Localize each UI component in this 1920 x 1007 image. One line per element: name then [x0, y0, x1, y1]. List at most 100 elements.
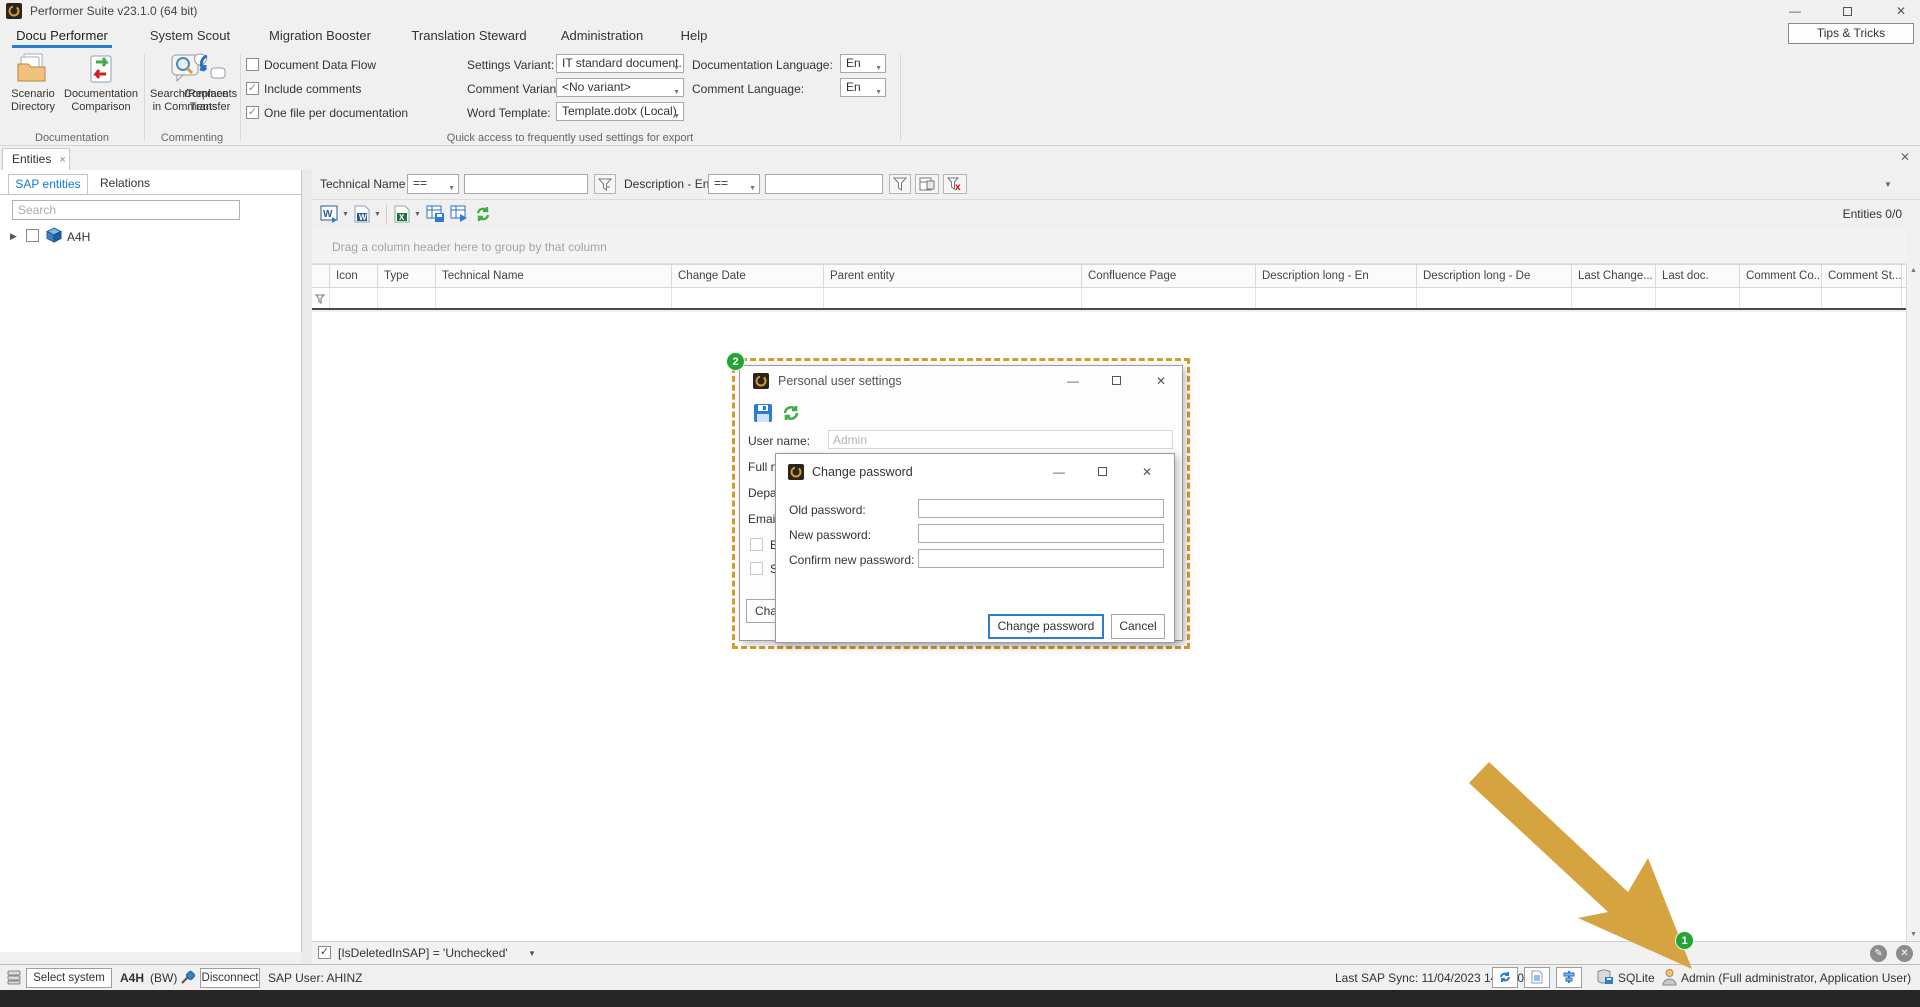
confirm-password-input[interactable]	[918, 549, 1164, 568]
window-close-button[interactable]: ✕	[1886, 3, 1916, 19]
sync-button[interactable]	[1492, 967, 1518, 988]
column-header-change-date[interactable]: Change Date	[672, 265, 824, 287]
filter-row-dropdown-icon[interactable]: ▼	[1884, 180, 1892, 189]
autofilter-cell[interactable]	[1256, 288, 1417, 308]
filter-description-input[interactable]	[765, 174, 883, 194]
tree-item-checkbox[interactable]	[26, 229, 39, 242]
compare-button[interactable]	[1556, 967, 1582, 988]
scroll-up-icon[interactable]: ▲	[1910, 267, 1917, 274]
word-template-icon[interactable]: W	[354, 205, 370, 223]
edit-filter-icon[interactable]: ✎	[1870, 945, 1887, 962]
word-export-dropdown-icon[interactable]: ▼	[342, 211, 349, 218]
documentation-comparison-button[interactable]: Documentation Comparison	[64, 52, 138, 114]
reload-icon[interactable]	[781, 403, 801, 423]
close-filter-icon[interactable]: ✕	[1896, 945, 1913, 962]
user-icon[interactable]	[1662, 968, 1677, 986]
window-maximize-button[interactable]	[1843, 7, 1852, 16]
column-header-technical-name[interactable]: Technical Name	[436, 265, 672, 287]
table-save-icon[interactable]	[426, 205, 444, 223]
column-header-comment-st[interactable]: Comment St...	[1822, 265, 1902, 287]
clear-filter-icon[interactable]: x	[943, 174, 967, 194]
excel-export-dropdown-icon[interactable]: ▼	[414, 211, 421, 218]
autofilter-cell[interactable]	[436, 288, 672, 308]
column-header-last-doc[interactable]: Last doc.	[1656, 265, 1740, 287]
include-comments-checkbox[interactable]	[246, 82, 259, 95]
filter-edit-icon[interactable]	[594, 174, 616, 194]
column-header-parent-entity[interactable]: Parent entity	[824, 265, 1082, 287]
autofilter-cell[interactable]	[330, 288, 378, 308]
autofilter-cell[interactable]	[824, 288, 1082, 308]
filter-technical-name-input[interactable]	[464, 174, 588, 194]
table-import-icon[interactable]	[450, 205, 468, 223]
ribbon-tab-system-scout[interactable]: System Scout	[142, 26, 238, 48]
comments-transfer-button[interactable]: Comments Transfer	[184, 52, 236, 114]
new-password-input[interactable]	[918, 524, 1164, 543]
autofilter-cell[interactable]	[1656, 288, 1740, 308]
tips-tricks-button[interactable]: Tips & Tricks	[1788, 23, 1914, 44]
autofilter-cell[interactable]	[1082, 288, 1256, 308]
column-header-confluence-page[interactable]: Confluence Page	[1082, 265, 1256, 287]
select-system-button[interactable]: Select system	[26, 968, 112, 988]
comment-language-dropdown[interactable]: En	[840, 78, 886, 97]
autofilter-cell[interactable]	[378, 288, 436, 308]
tab-entities[interactable]: Entities×	[2, 148, 70, 170]
settings-checkbox-2[interactable]	[750, 562, 763, 575]
change-password-button[interactable]: Change password	[988, 614, 1104, 639]
panel-splitter[interactable]	[302, 170, 312, 963]
autofilter-cell[interactable]	[1740, 288, 1822, 308]
dialog-maximize-button[interactable]	[1098, 467, 1107, 476]
tree-expand-icon[interactable]: ▶	[10, 231, 17, 242]
log-button[interactable]	[1524, 967, 1550, 988]
column-header-description-de[interactable]: Description long - De	[1417, 265, 1572, 287]
document-data-flow-checkbox[interactable]	[246, 58, 259, 71]
dialog-maximize-button[interactable]	[1112, 376, 1121, 385]
ribbon-tab-docu-performer[interactable]: Docu Performer	[12, 26, 112, 48]
word-template-dropdown-icon[interactable]: ▼	[374, 211, 381, 218]
ribbon-tab-translation-steward[interactable]: Translation Steward	[404, 26, 534, 48]
word-export-icon[interactable]: W	[320, 205, 338, 223]
dialog-close-button[interactable]: ✕	[1146, 374, 1176, 388]
column-header-type[interactable]: Type	[378, 265, 436, 287]
filter-description-operator[interactable]: ==	[708, 174, 760, 194]
one-file-per-doc-checkbox[interactable]	[246, 106, 259, 119]
word-template-dropdown[interactable]: Template.dotx (Local)	[556, 102, 684, 121]
tab-relations[interactable]: Relations	[92, 174, 158, 195]
dialog-close-button[interactable]: ✕	[1132, 465, 1162, 479]
tree-search-input[interactable]	[12, 200, 240, 220]
tab-close-icon[interactable]: ×	[59, 154, 65, 166]
tree-item-a4h[interactable]: A4H	[67, 230, 90, 244]
column-header-comment-co[interactable]: Comment Co...	[1740, 265, 1822, 287]
apply-filter-icon[interactable]	[889, 174, 911, 194]
vertical-scrollbar[interactable]: ▲ ▼	[1906, 264, 1920, 941]
settings-variant-dropdown[interactable]: IT standard document...	[556, 54, 684, 73]
column-header-icon[interactable]: Icon	[330, 265, 378, 287]
dialog-minimize-button[interactable]: —	[1044, 465, 1074, 479]
document-area-close-icon[interactable]: ✕	[1900, 150, 1910, 164]
user-name-input[interactable]	[828, 430, 1173, 449]
refresh-icon[interactable]	[474, 205, 492, 223]
old-password-input[interactable]	[918, 499, 1164, 518]
dialog-minimize-button[interactable]: —	[1058, 374, 1088, 388]
scroll-down-icon[interactable]: ▼	[1910, 931, 1917, 938]
comment-variant-dropdown[interactable]: <No variant>	[556, 78, 684, 97]
column-header-last-change[interactable]: Last Change...	[1572, 265, 1656, 287]
ribbon-tab-migration-booster[interactable]: Migration Booster	[258, 26, 382, 48]
window-minimize-button[interactable]: —	[1780, 3, 1810, 19]
cancel-button[interactable]: Cancel	[1111, 614, 1165, 639]
filter-panel-dropdown-icon[interactable]: ▼	[528, 949, 536, 958]
scenario-directory-button[interactable]: Scenario Directory	[4, 52, 62, 114]
column-chooser-icon[interactable]	[915, 174, 939, 194]
autofilter-cell[interactable]	[672, 288, 824, 308]
documentation-language-dropdown[interactable]: En	[840, 54, 886, 73]
ribbon-tab-help[interactable]: Help	[672, 26, 716, 48]
tab-sap-entities[interactable]: SAP entities	[8, 174, 88, 195]
save-icon[interactable]	[753, 403, 773, 423]
current-user[interactable]: Admin (Full administrator, Application U…	[1681, 971, 1911, 985]
filter-panel-expression[interactable]: [IsDeletedInSAP] = 'Unchecked'	[338, 946, 508, 960]
autofilter-cell[interactable]	[1822, 288, 1902, 308]
autofilter-cell[interactable]	[1417, 288, 1572, 308]
excel-export-icon[interactable]: X	[394, 205, 410, 223]
disconnect-button[interactable]: Disconnect	[200, 968, 260, 988]
filter-technical-name-operator[interactable]: ==	[407, 174, 459, 194]
column-header-description-en[interactable]: Description long - En	[1256, 265, 1417, 287]
